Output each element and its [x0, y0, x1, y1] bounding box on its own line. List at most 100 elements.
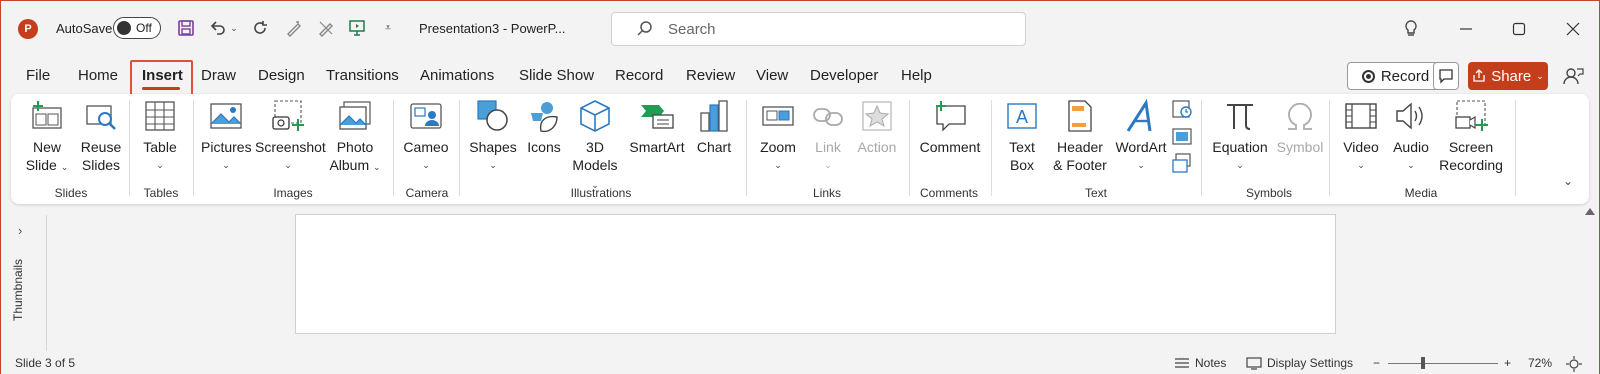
table-label: Table [143, 139, 177, 155]
video-dropdown-icon[interactable]: ⌄ [1337, 156, 1385, 174]
new-slide-button[interactable]: New Slide ⌄ [19, 98, 75, 176]
chart-button[interactable]: Chart [691, 98, 737, 156]
expand-thumbnails-icon[interactable]: › [18, 223, 22, 238]
undo-dropdown-icon[interactable]: ⌄ [228, 17, 240, 39]
scroll-up-arrow-icon[interactable] [1585, 208, 1595, 215]
undo-icon[interactable] [207, 17, 229, 39]
audio-dropdown-icon[interactable]: ⌄ [1387, 156, 1435, 174]
search-box[interactable]: Search [611, 12, 1026, 46]
header-footer-button[interactable]: Header & Footer [1047, 98, 1113, 174]
shapes-button[interactable]: Shapes ⌄ [467, 98, 519, 174]
wordart-button[interactable]: WordArt ⌄ [1113, 98, 1169, 174]
date-time-icon[interactable] [1171, 98, 1193, 120]
link-button[interactable]: Link ⌄ [806, 98, 850, 174]
tab-file[interactable]: File [26, 67, 50, 84]
zoom-in-button[interactable]: + [1504, 356, 1511, 370]
text-box-button[interactable]: A Text Box [999, 98, 1045, 174]
table-button[interactable]: Table ⌄ [137, 98, 183, 174]
photo-album-dropdown-icon[interactable]: ⌄ [373, 162, 381, 172]
ribbon-display-options-icon[interactable]: ⌄ [1563, 174, 1573, 188]
tab-developer[interactable]: Developer [810, 67, 878, 84]
new-comment-button[interactable]: Comment [917, 98, 983, 156]
thumbnails-label[interactable]: Thumbnails [11, 259, 25, 321]
table-icon [142, 98, 178, 134]
zoom-button[interactable]: Zoom ⌄ [753, 98, 803, 174]
close-button[interactable] [1558, 15, 1588, 43]
action-button[interactable]: Action [853, 98, 901, 156]
ribbon-panel: New Slide ⌄ Reuse Slides Slides Table ⌄ … [11, 94, 1589, 204]
eraser-icon[interactable] [315, 17, 337, 39]
video-button[interactable]: Video ⌄ [1337, 98, 1385, 174]
link-dropdown-icon[interactable]: ⌄ [806, 156, 850, 174]
reuse-slides-button[interactable]: Reuse Slides [75, 98, 127, 174]
maximize-button[interactable] [1504, 15, 1534, 43]
photo-album-button[interactable]: Photo Album ⌄ [329, 98, 381, 176]
tab-slide-show[interactable]: Slide Show [519, 67, 594, 84]
zoom-slider-track[interactable] [1388, 363, 1498, 364]
customize-toolbar-icon[interactable]: ⩡ [377, 17, 399, 39]
fit-slide-button[interactable] [1566, 356, 1582, 372]
pictures-button[interactable]: Pictures ⌄ [201, 98, 252, 174]
pictures-dropdown-icon[interactable]: ⌄ [201, 156, 251, 174]
cameo-button[interactable]: Cameo ⌄ [401, 98, 451, 174]
tab-animations[interactable]: Animations [420, 67, 494, 84]
photo-album-label-1: Photo [336, 139, 374, 155]
header-footer-label-2: & Footer [1053, 157, 1107, 173]
cameo-icon [408, 98, 444, 134]
symbol-button[interactable]: Symbol [1273, 98, 1327, 156]
icons-button[interactable]: Icons [521, 98, 567, 156]
tab-draw[interactable]: Draw [201, 67, 236, 84]
smartart-button[interactable]: SmartArt [623, 98, 691, 156]
object-icon[interactable] [1171, 152, 1193, 174]
table-dropdown-icon[interactable]: ⌄ [137, 156, 183, 174]
tab-home[interactable]: Home [78, 67, 118, 84]
tab-help[interactable]: Help [901, 67, 932, 84]
zoom-level[interactable]: 72% [1528, 356, 1552, 370]
present-icon[interactable] [346, 17, 368, 39]
tab-design[interactable]: Design [258, 67, 305, 84]
minimize-button[interactable] [1451, 15, 1481, 43]
equation-dropdown-icon[interactable]: ⌄ [1209, 156, 1271, 174]
share-button[interactable]: Share ⌄ [1468, 62, 1548, 90]
screenshot-dropdown-icon[interactable]: ⌄ [255, 156, 321, 174]
group-label-comments: Comments [919, 186, 979, 200]
wordart-dropdown-icon[interactable]: ⌄ [1113, 156, 1169, 174]
zoom-out-button[interactable]: − [1373, 356, 1380, 370]
slide-canvas[interactable] [295, 214, 1336, 334]
group-divider [193, 100, 194, 196]
screenshot-button[interactable]: Screenshot ⌄ [255, 98, 326, 174]
shapes-dropdown-icon[interactable]: ⌄ [467, 156, 519, 174]
wordart-icon [1123, 98, 1159, 134]
text-box-label-1: Text [1009, 139, 1035, 155]
screen-recording-button[interactable]: Screen Recording [1435, 98, 1507, 174]
zoom-slider-thumb[interactable] [1421, 357, 1426, 369]
share-dropdown-icon[interactable]: ⌄ [1536, 71, 1544, 82]
save-icon[interactable] [175, 17, 197, 39]
record-button[interactable]: Record [1347, 62, 1444, 90]
zoom-dropdown-icon[interactable]: ⌄ [753, 156, 803, 174]
cameo-dropdown-icon[interactable]: ⌄ [401, 156, 451, 174]
tab-review[interactable]: Review [686, 67, 735, 84]
omega-symbol-icon [1282, 98, 1318, 134]
comments-button[interactable] [1433, 62, 1459, 90]
text-box-label-2: Box [1009, 157, 1035, 173]
autosave-toggle[interactable]: Off [113, 17, 161, 39]
group-label-illustrations: Illustrations [570, 186, 632, 200]
slide-number-icon[interactable] [1171, 126, 1193, 148]
share-label: Share [1491, 67, 1532, 85]
tab-view[interactable]: View [756, 67, 788, 84]
3d-models-button[interactable]: 3D Models ⌄ [567, 98, 623, 194]
notes-button[interactable]: Notes [1174, 356, 1226, 370]
equation-button[interactable]: Equation ⌄ [1209, 98, 1271, 174]
new-slide-dropdown-icon[interactable]: ⌄ [61, 162, 69, 172]
record-icon [1361, 69, 1375, 83]
display-settings-button[interactable]: Display Settings [1246, 356, 1353, 370]
redo-icon[interactable] [249, 17, 271, 39]
tab-transitions[interactable]: Transitions [326, 67, 399, 84]
shapes-icon [475, 98, 511, 134]
draw-pen-icon[interactable] [283, 17, 305, 39]
audio-button[interactable]: Audio ⌄ [1387, 98, 1435, 174]
coauthor-icon[interactable] [1561, 64, 1585, 88]
tab-record[interactable]: Record [615, 67, 663, 84]
lightbulb-icon[interactable] [1396, 15, 1426, 43]
